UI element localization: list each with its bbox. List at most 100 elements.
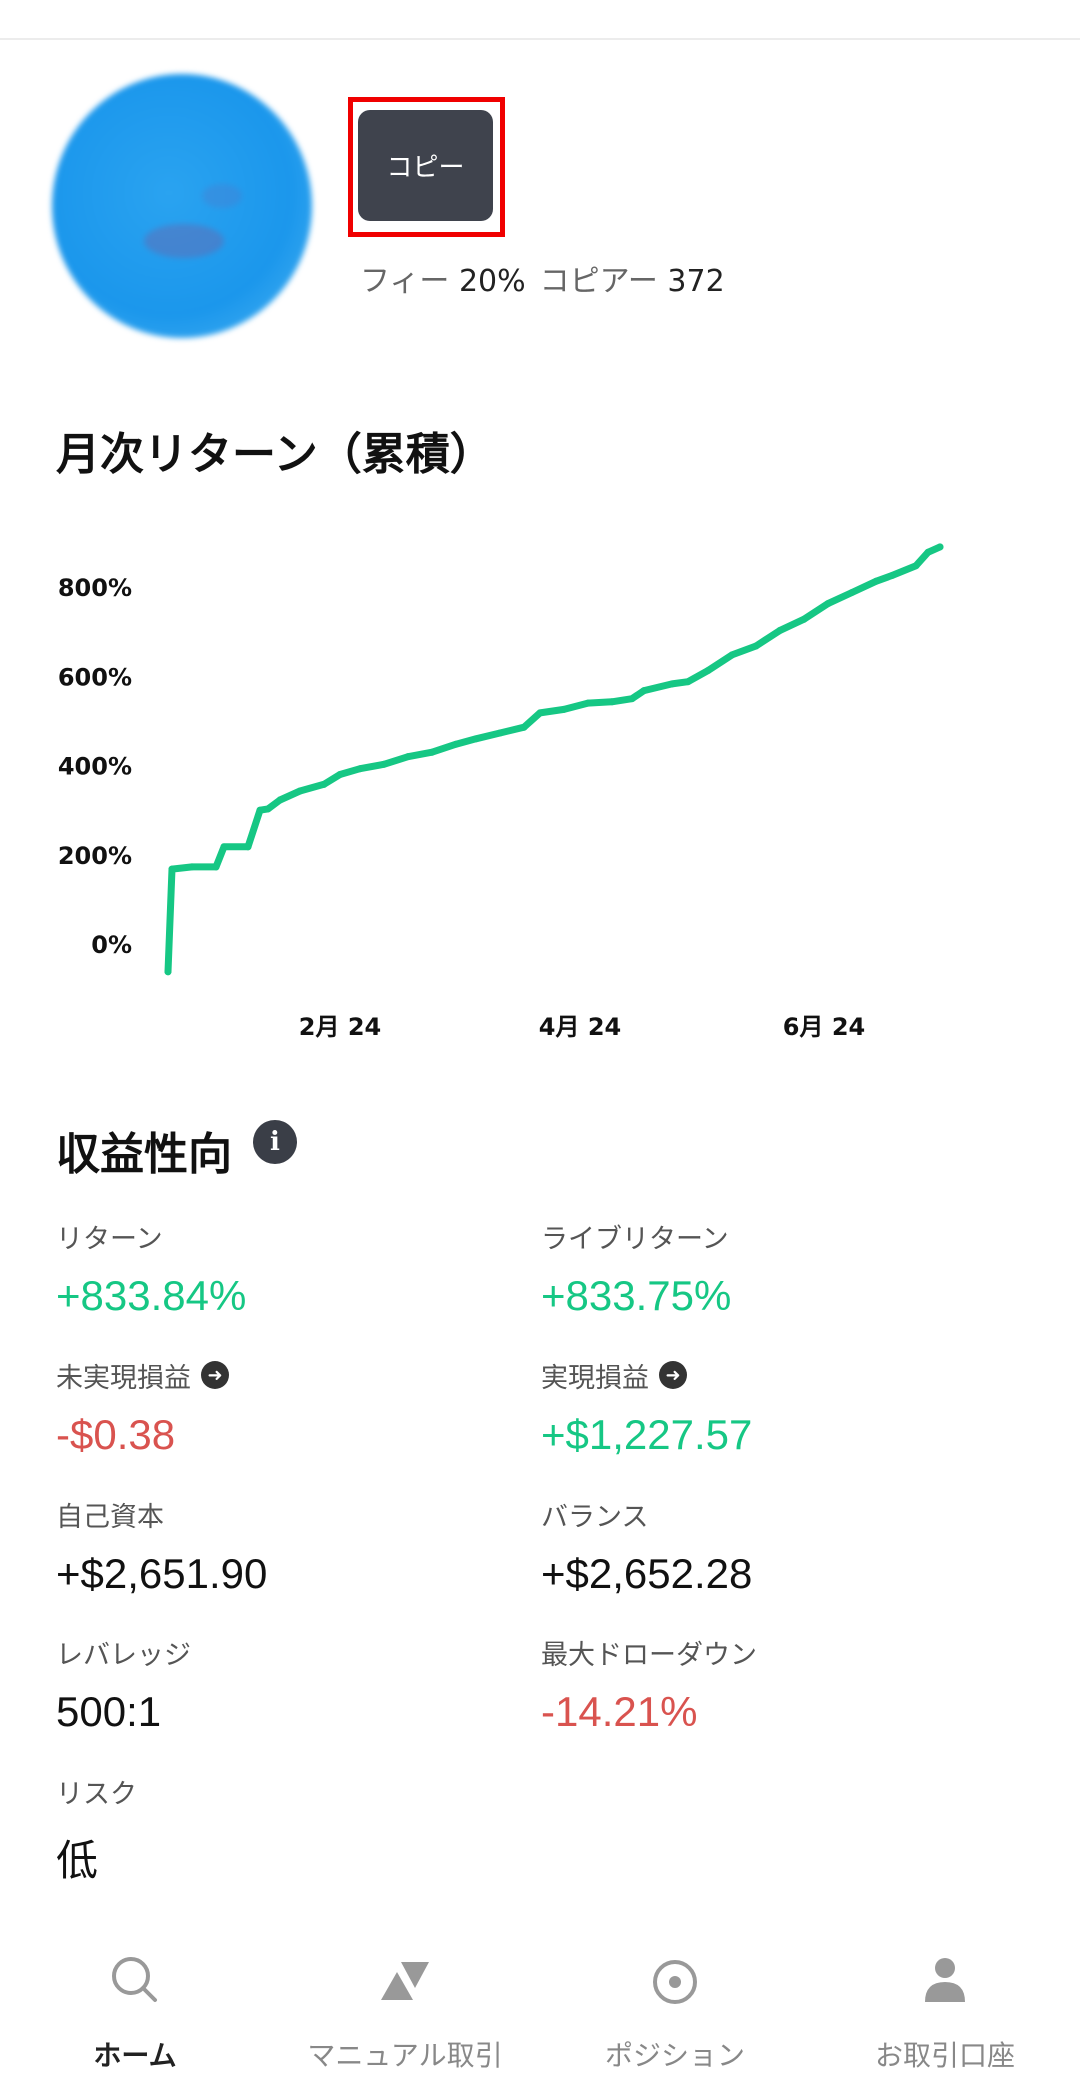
nav-label: お取引口座: [874, 2039, 1015, 2072]
x-tick-label: 6月 24: [783, 1013, 865, 1041]
data-point: [520, 723, 528, 731]
chart-section-title: 月次リターン（累積）: [56, 429, 494, 480]
bottom-nav: ホーム マニュアル取引 ポジション お取引口座: [0, 1920, 1080, 2076]
nav-manual-trade[interactable]: マニュアル取引: [270, 1920, 540, 2076]
data-point: [924, 548, 932, 556]
stat-label: 未実現損益: [56, 1362, 191, 1394]
stat-value: +$2,651.90: [56, 1550, 268, 1597]
stat-value: 500:1: [56, 1688, 162, 1735]
fee-copier-line: フィー 20% コピアー 372: [360, 256, 725, 300]
y-tick-label: 600%: [58, 663, 132, 691]
info-icon[interactable]: i: [253, 1120, 297, 1164]
triangles-icon: [381, 1962, 429, 2000]
copier-label: コピアー: [539, 264, 658, 299]
fee-value: 20%: [458, 264, 526, 299]
arrow-right-icon[interactable]: ➜: [659, 1361, 687, 1389]
stat-label: リスク: [56, 1778, 137, 1810]
stat-equity: 自己資本 +$2,651.90: [56, 1496, 267, 1598]
stat-value: +833.75%: [541, 1272, 732, 1319]
stat-leverage: レバレッジ 500:1: [56, 1634, 191, 1736]
data-point: [668, 680, 676, 688]
data-point: [452, 740, 460, 748]
nav-positions[interactable]: ポジション: [540, 1920, 810, 2076]
data-point: [560, 705, 568, 713]
stat-value: 低: [56, 1837, 99, 1884]
data-point: [472, 735, 480, 743]
data-point: [320, 780, 328, 788]
nav-label: ホーム: [93, 2039, 177, 2072]
y-tick-label: 800%: [58, 574, 132, 602]
target-icon: [653, 1960, 697, 2004]
data-point: [264, 805, 272, 813]
stat-label: 自己資本: [56, 1501, 164, 1533]
stat-risk: リスク 低: [56, 1773, 137, 1888]
data-point: [888, 572, 896, 580]
nav-label: マニュアル取引: [307, 2039, 503, 2072]
data-point: [684, 678, 692, 686]
x-tick-label: 2月 24: [299, 1013, 381, 1041]
search-icon: [112, 1957, 157, 2002]
data-point: [168, 865, 176, 873]
stat-label: バランス: [541, 1501, 649, 1533]
data-point: [188, 863, 196, 871]
data-point: [728, 651, 736, 659]
stat-label: レバレッジ: [56, 1639, 191, 1671]
top-bar: [0, 0, 1080, 40]
stat-value: +$1,227.57: [541, 1411, 753, 1458]
cumulative-return-chart: 0% 200% 400% 600% 800% 2月 24 4月 24 6月 24: [40, 540, 1040, 1060]
data-point: [164, 968, 172, 976]
data-point: [776, 626, 784, 634]
arrow-right-icon[interactable]: ➜: [201, 1361, 229, 1389]
data-point: [640, 687, 648, 695]
stat-balance: バランス +$2,652.28: [541, 1496, 752, 1598]
y-tick-label: 200%: [58, 842, 132, 870]
nav-home[interactable]: ホーム: [0, 1920, 270, 2076]
x-tick-label: 4月 24: [539, 1013, 621, 1041]
y-tick-label: 400%: [58, 753, 132, 781]
person-icon: [925, 1958, 965, 2002]
data-point: [404, 753, 412, 761]
data-point: [212, 863, 220, 871]
stat-value: +$2,652.28: [541, 1550, 753, 1597]
stat-value: -14.21%: [541, 1688, 698, 1735]
stat-max-drawdown: 最大ドローダウン -14.21%: [541, 1634, 757, 1736]
data-point: [704, 667, 712, 675]
stat-realized-pnl: 実現損益 ➜ +$1,227.57: [541, 1357, 752, 1459]
stat-value: -$0.38: [56, 1411, 176, 1458]
series-line: [164, 543, 944, 976]
stat-unrealized-pnl: 未実現損益 ➜ -$0.38: [56, 1357, 229, 1459]
stat-live-return: ライブリターン +833.75%: [541, 1218, 731, 1320]
data-point: [752, 642, 760, 650]
chart-svg: 0% 200% 400% 600% 800% 2月 24 4月 24 6月 24: [58, 543, 944, 1041]
data-point: [256, 806, 264, 814]
data-point: [244, 843, 252, 851]
data-point: [628, 695, 636, 703]
y-tick-label: 0%: [91, 931, 132, 959]
nav-accounts[interactable]: お取引口座: [810, 1920, 1080, 2076]
data-point: [584, 699, 592, 707]
data-point: [824, 600, 832, 608]
data-point: [936, 543, 944, 551]
data-point: [848, 588, 856, 596]
stat-label: 最大ドローダウン: [541, 1639, 757, 1671]
data-point: [496, 729, 504, 737]
data-point: [428, 748, 436, 756]
stat-label: リターン: [56, 1223, 163, 1255]
stat-label: ライブリターン: [541, 1223, 729, 1255]
avatar: [52, 74, 312, 338]
data-point: [912, 562, 920, 570]
stats-section-title: 収益性向: [56, 1129, 232, 1180]
stat-return: リターン +833.84%: [56, 1218, 246, 1320]
data-point: [608, 698, 616, 706]
stat-label: 実現損益: [541, 1362, 649, 1394]
data-point: [872, 577, 880, 585]
data-point: [276, 796, 284, 804]
data-point: [536, 709, 544, 717]
data-point: [380, 760, 388, 768]
data-point: [220, 843, 228, 851]
stat-value: +833.84%: [56, 1272, 247, 1319]
data-point: [336, 771, 344, 779]
data-point: [800, 615, 808, 623]
data-point: [356, 765, 364, 773]
copy-button[interactable]: コピー: [358, 110, 493, 221]
